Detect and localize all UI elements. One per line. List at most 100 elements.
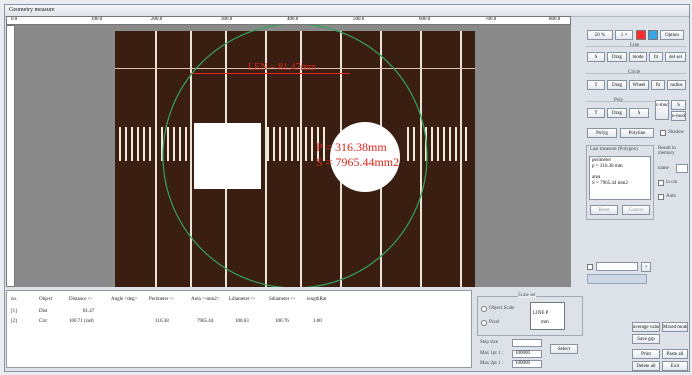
column-header: lengthRat bbox=[307, 297, 327, 302]
extra-info-bar bbox=[587, 274, 647, 284]
mixed-mode-button[interactable]: Mixed mode bbox=[662, 322, 688, 332]
table-cell: Dist bbox=[39, 309, 48, 314]
polygon-button[interactable]: Polyg bbox=[587, 128, 617, 138]
extra-checkbox[interactable] bbox=[587, 264, 593, 270]
result-memory-title: Result to memory bbox=[658, 146, 676, 156]
line-p-label: LINE P bbox=[533, 311, 549, 316]
circle-t-button[interactable]: T bbox=[587, 80, 605, 90]
circle-fit-button[interactable]: fit bbox=[651, 80, 665, 90]
delete-all-button[interactable]: Delete all bbox=[632, 361, 660, 371]
shadow-checkbox[interactable] bbox=[660, 130, 666, 136]
zoom-select[interactable]: 50 % bbox=[587, 30, 613, 40]
info-line: p = 316.38 mm bbox=[592, 164, 623, 169]
auto-checkbox[interactable] bbox=[658, 194, 664, 200]
step-size-label: Step size bbox=[480, 340, 498, 345]
column-header: Ldiameter <- bbox=[229, 297, 256, 302]
extra-field[interactable] bbox=[596, 262, 638, 271]
blue-color-swatch[interactable] bbox=[648, 30, 658, 40]
ruler-tick: 600.0 bbox=[419, 17, 431, 22]
max2-field[interactable]: 100000 bbox=[512, 360, 542, 368]
table-cell: 81.47 bbox=[83, 309, 95, 314]
column-header: Distance <- bbox=[69, 297, 93, 302]
info-line: area bbox=[592, 175, 601, 180]
ruler-tick: 700.0 bbox=[485, 17, 497, 22]
table-cell: 100.76 bbox=[275, 319, 289, 324]
polyline-button[interactable]: Polyline bbox=[620, 128, 654, 138]
print-button[interactable]: Print bbox=[632, 349, 660, 359]
table-cell: 316.38 bbox=[155, 319, 169, 324]
scale-preview bbox=[530, 302, 565, 330]
pixel-label: Pixel bbox=[489, 320, 500, 325]
vertical-ruler bbox=[6, 25, 15, 287]
perimeter-label: P = 316.38mm bbox=[316, 140, 387, 154]
cm-label: in cm bbox=[666, 180, 678, 185]
horizontal-ruler: 0.0 100.0 200.0 300.0 400.0 500.0 600.0 … bbox=[6, 16, 571, 25]
table-cell: 1.00 bbox=[313, 319, 322, 324]
name-field[interactable] bbox=[676, 164, 688, 173]
auto-label: Auto bbox=[666, 194, 676, 199]
zoom-multiplier[interactable]: 1 × bbox=[615, 30, 633, 40]
cm-checkbox[interactable] bbox=[658, 180, 664, 186]
poly-cmode-button[interactable]: c-mode bbox=[655, 100, 669, 120]
info-line: perimeter bbox=[592, 158, 612, 163]
results-table: no. Object Distance <- Angle <deg> Perim… bbox=[6, 290, 472, 368]
length-label: LEN = 81.47mm bbox=[248, 62, 317, 73]
table-cell: [1] bbox=[11, 309, 17, 314]
ruler-tick: 100.0 bbox=[91, 17, 103, 22]
option-button[interactable]: Option bbox=[660, 30, 684, 40]
name-label: name bbox=[658, 166, 669, 171]
poly-t-button[interactable]: T bbox=[587, 108, 605, 118]
step-size-field[interactable] bbox=[512, 339, 542, 347]
object-scale-radio[interactable] bbox=[481, 306, 487, 312]
column-header: Perimeter <- bbox=[149, 297, 175, 302]
circle-section-title: Circle bbox=[628, 70, 641, 75]
exit-button[interactable]: Exit bbox=[662, 361, 688, 371]
line-fit-button[interactable]: fit bbox=[649, 52, 663, 62]
circle-wheel-button[interactable]: Wheel bbox=[629, 80, 649, 90]
ruler-tick: 500.0 bbox=[353, 17, 365, 22]
max2-label: Max 2pt 1 : bbox=[480, 361, 504, 366]
poly-section-title: Poly bbox=[614, 98, 624, 103]
area-label: S = 7965.44mm2 bbox=[316, 155, 400, 169]
info-line: S = 7965.44 mm2 bbox=[592, 181, 628, 186]
max1-field[interactable]: 100000 bbox=[512, 350, 542, 358]
line-drag-button[interactable]: Drag bbox=[607, 52, 627, 62]
line-delete-button[interactable]: del sel bbox=[665, 52, 686, 62]
ruler-tick: 0.0 bbox=[11, 17, 18, 22]
circle-radius-button[interactable]: radius bbox=[667, 80, 686, 90]
table-cell: Circ bbox=[39, 319, 48, 324]
poly-nmode-button[interactable]: n-mode bbox=[671, 111, 686, 121]
scale-title: Scale set bbox=[518, 293, 536, 298]
column-header: Angle <deg> bbox=[111, 297, 138, 302]
shadow-label: Shadow bbox=[668, 130, 685, 135]
column-header: no. bbox=[11, 297, 18, 302]
column-header: Area <-mm2> bbox=[191, 297, 220, 302]
column-header: Object bbox=[39, 297, 53, 302]
poly-drag-button[interactable]: Drag bbox=[607, 108, 627, 118]
average-value-button[interactable]: average value bbox=[632, 322, 660, 332]
poly-s-button[interactable]: S bbox=[629, 108, 649, 118]
red-color-swatch[interactable] bbox=[636, 30, 646, 40]
ruler-tick: 300.0 bbox=[221, 17, 233, 22]
table-cell: 100.63 bbox=[235, 319, 249, 324]
paste-all-button[interactable]: Paste all bbox=[662, 349, 688, 359]
cancel-button[interactable]: Cancel bbox=[622, 205, 650, 215]
circle-drag-button[interactable]: Drag bbox=[607, 80, 627, 90]
reset-button[interactable]: Reset bbox=[590, 205, 618, 215]
ruler-tick: 200.0 bbox=[151, 17, 163, 22]
pixel-radio[interactable] bbox=[481, 320, 487, 326]
object-scale-label: Object Scale bbox=[489, 306, 515, 311]
last-measure-title: Last measure (Polygon) bbox=[590, 147, 638, 152]
extra-add-button[interactable]: + bbox=[641, 262, 651, 272]
poly-s2-button[interactable]: S bbox=[671, 100, 686, 110]
line-select-button[interactable]: S bbox=[587, 52, 605, 62]
select-button[interactable]: Select bbox=[550, 344, 578, 354]
line-section-title: Line bbox=[630, 43, 640, 48]
table-cell: 7965.44 bbox=[197, 319, 214, 324]
line-mode-button[interactable]: mode bbox=[629, 52, 647, 62]
table-cell: [2] bbox=[11, 319, 17, 324]
ruler-tick: 800.0 bbox=[549, 17, 561, 22]
table-cell: 100.71 (rad) bbox=[69, 319, 94, 324]
unit-label: mm bbox=[541, 320, 549, 325]
save-group-button[interactable]: Save grp bbox=[632, 334, 660, 344]
